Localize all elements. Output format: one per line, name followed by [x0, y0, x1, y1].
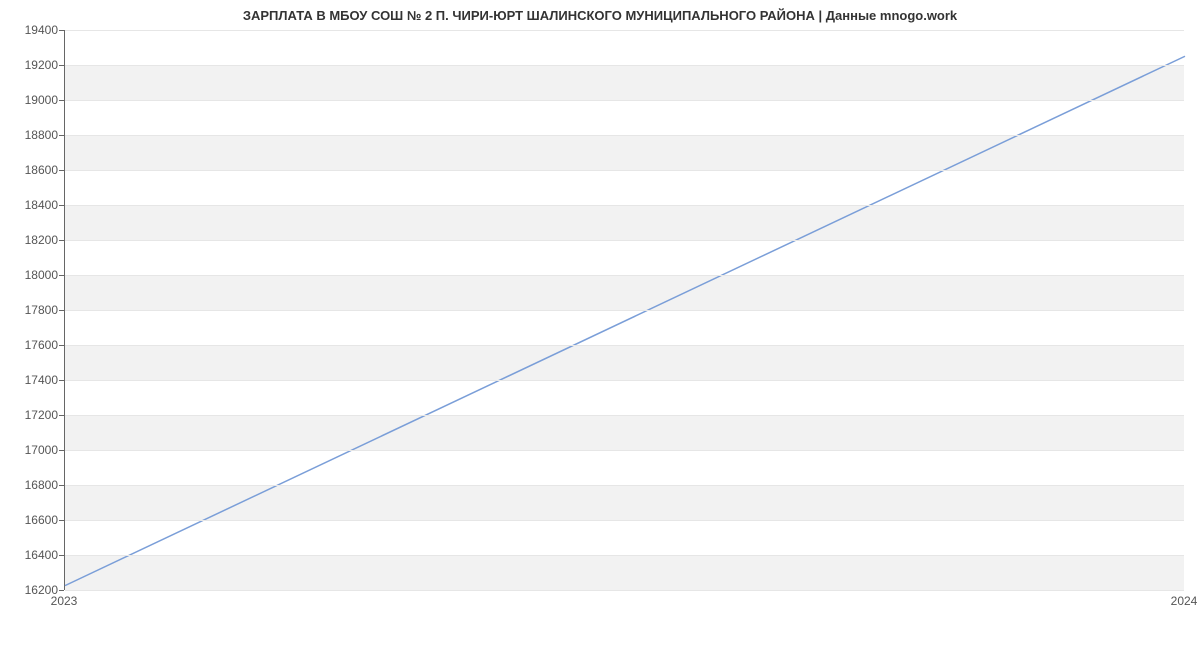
y-tick-label: 18600: [8, 163, 58, 177]
y-gridline: [65, 30, 1184, 31]
y-tick-mark: [59, 100, 64, 101]
y-tick-mark: [59, 555, 64, 556]
y-gridline: [65, 240, 1184, 241]
y-tick-label: 19000: [8, 93, 58, 107]
y-tick-mark: [59, 590, 64, 591]
y-tick-mark: [59, 275, 64, 276]
chart-title: ЗАРПЛАТА В МБОУ СОШ № 2 П. ЧИРИ-ЮРТ ШАЛИ…: [0, 8, 1200, 23]
y-tick-mark: [59, 345, 64, 346]
y-gridline: [65, 275, 1184, 276]
y-tick-label: 17200: [8, 408, 58, 422]
y-tick-mark: [59, 240, 64, 241]
plot-area: [64, 30, 1184, 590]
y-tick-mark: [59, 310, 64, 311]
y-gridline: [65, 100, 1184, 101]
x-tick-label: 2023: [51, 594, 78, 608]
y-gridline: [65, 310, 1184, 311]
y-gridline: [65, 135, 1184, 136]
y-tick-mark: [59, 520, 64, 521]
chart-container: ЗАРПЛАТА В МБОУ СОШ № 2 П. ЧИРИ-ЮРТ ШАЛИ…: [0, 0, 1200, 650]
y-tick-mark: [59, 380, 64, 381]
y-tick-mark: [59, 65, 64, 66]
y-gridline: [65, 485, 1184, 486]
y-tick-mark: [59, 30, 64, 31]
y-tick-label: 19400: [8, 23, 58, 37]
y-tick-mark: [59, 205, 64, 206]
y-tick-label: 17400: [8, 373, 58, 387]
y-gridline: [65, 65, 1184, 66]
y-gridline: [65, 590, 1184, 591]
y-tick-mark: [59, 170, 64, 171]
y-tick-label: 17600: [8, 338, 58, 352]
y-tick-label: 17800: [8, 303, 58, 317]
y-tick-label: 16400: [8, 548, 58, 562]
y-gridline: [65, 555, 1184, 556]
y-tick-mark: [59, 485, 64, 486]
x-tick-label: 2024: [1171, 594, 1198, 608]
y-gridline: [65, 170, 1184, 171]
y-tick-mark: [59, 450, 64, 451]
y-gridline: [65, 345, 1184, 346]
y-tick-label: 18200: [8, 233, 58, 247]
y-tick-label: 16800: [8, 478, 58, 492]
y-tick-label: 16600: [8, 513, 58, 527]
y-tick-label: 19200: [8, 58, 58, 72]
y-gridline: [65, 415, 1184, 416]
y-tick-mark: [59, 135, 64, 136]
y-gridline: [65, 380, 1184, 381]
y-tick-label: 18800: [8, 128, 58, 142]
y-tick-label: 17000: [8, 443, 58, 457]
y-tick-mark: [59, 415, 64, 416]
y-tick-label: 18400: [8, 198, 58, 212]
y-gridline: [65, 205, 1184, 206]
y-gridline: [65, 450, 1184, 451]
y-tick-label: 18000: [8, 268, 58, 282]
y-gridline: [65, 520, 1184, 521]
